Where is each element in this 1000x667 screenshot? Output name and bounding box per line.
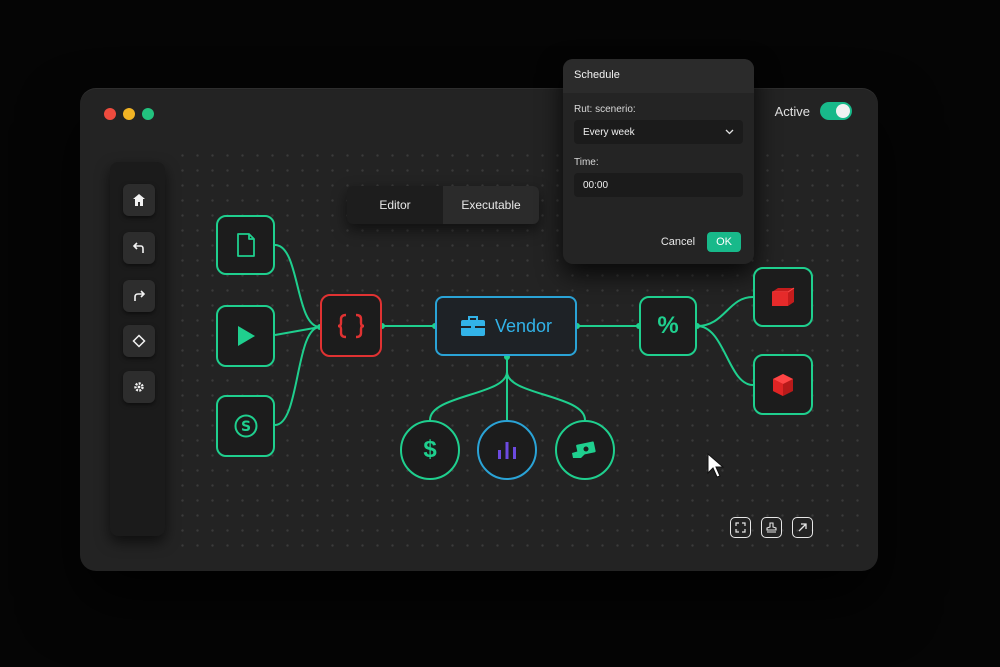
- connector-percent-box: [696, 296, 754, 327]
- percent-node[interactable]: %: [639, 296, 697, 356]
- money-hand-node[interactable]: [555, 420, 615, 480]
- run-select[interactable]: Every week: [574, 120, 743, 144]
- undo-icon[interactable]: [123, 232, 155, 264]
- run-select-value: Every week: [583, 126, 635, 138]
- cancel-button[interactable]: Cancel: [661, 236, 695, 248]
- stamp-icon[interactable]: [761, 517, 782, 538]
- mode-tabs: Editor Executable: [347, 186, 539, 224]
- home-icon[interactable]: [123, 184, 155, 216]
- coin-node[interactable]: S: [216, 395, 275, 457]
- redo-icon[interactable]: [123, 280, 155, 312]
- document-icon: [236, 233, 255, 257]
- time-input-value: 00:00: [583, 179, 609, 191]
- red-box-icon: [772, 287, 795, 306]
- left-toolbar: [110, 162, 165, 536]
- run-label: Rut: scenerio:: [574, 104, 636, 115]
- dollar-icon: $: [423, 436, 437, 463]
- bar-chart-icon: [498, 442, 516, 459]
- code-node[interactable]: [320, 294, 382, 357]
- connector-doc-code: [274, 244, 321, 328]
- vendor-label: Vendor: [494, 315, 553, 336]
- export-arrow-icon[interactable]: [792, 517, 813, 538]
- diamond-icon[interactable]: [123, 325, 155, 357]
- canvas-tools: [730, 517, 813, 538]
- coin-icon: S: [234, 414, 257, 438]
- red-cube-icon: [773, 373, 793, 396]
- time-input[interactable]: 00:00: [574, 173, 743, 197]
- connector-vendor-dollar: [429, 371, 508, 421]
- chevron-down-icon: [725, 129, 734, 135]
- percent-label: %: [657, 312, 679, 339]
- connector-vendor-money: [506, 371, 586, 421]
- briefcase-icon: [460, 316, 485, 336]
- red-cube-node[interactable]: [753, 354, 813, 415]
- bar-chart-node[interactable]: [477, 420, 537, 480]
- play-icon: [237, 326, 255, 346]
- connector-percent-cube: [696, 325, 754, 386]
- schedule-title: Schedule: [563, 59, 754, 93]
- mouse-cursor-icon: [707, 453, 725, 478]
- play-node[interactable]: [216, 305, 275, 367]
- time-label: Time:: [574, 157, 599, 168]
- gear-icon[interactable]: [123, 371, 155, 403]
- code-braces-icon: [337, 313, 365, 338]
- vendor-node[interactable]: Vendor: [435, 296, 577, 356]
- ok-button[interactable]: OK: [707, 232, 741, 252]
- tab-executable[interactable]: Executable: [443, 186, 539, 224]
- schedule-dialog: Schedule Rut: scenerio: Every week Time:…: [563, 59, 754, 264]
- dollar-node[interactable]: $: [400, 420, 460, 480]
- money-hand-icon: [572, 441, 596, 458]
- connector-coin-code: [274, 326, 321, 426]
- svg-text:S: S: [240, 419, 250, 435]
- screenshot-icon[interactable]: [730, 517, 751, 538]
- red-box-node[interactable]: [753, 267, 813, 327]
- document-node[interactable]: [216, 215, 275, 275]
- tab-editor[interactable]: Editor: [347, 186, 443, 224]
